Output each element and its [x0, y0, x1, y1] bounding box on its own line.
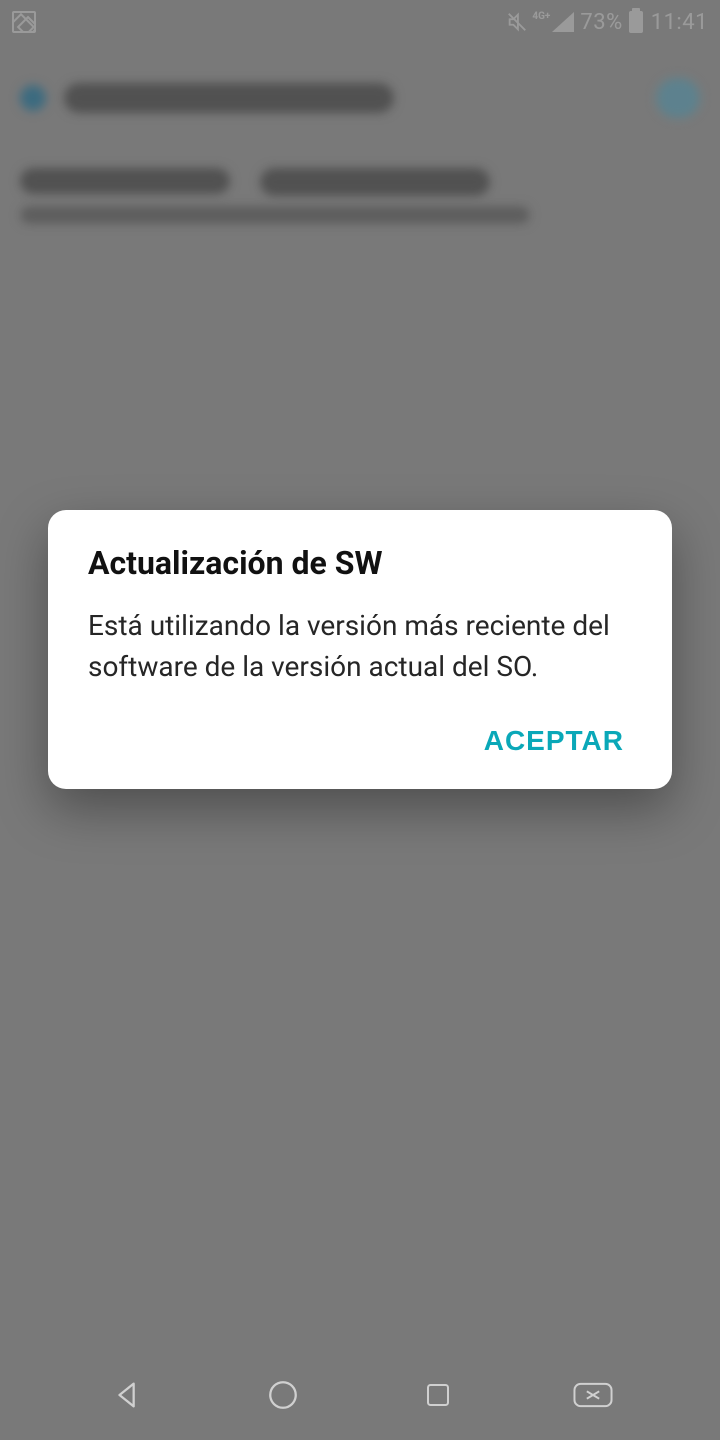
accept-button[interactable]: ACEPTAR: [476, 713, 632, 769]
dialog-actions: ACEPTAR: [88, 713, 632, 769]
navigation-bar: [0, 1350, 720, 1440]
dialog-title: Actualización de SW: [88, 544, 632, 582]
nav-screenshot-button[interactable]: [569, 1371, 617, 1419]
nav-home-button[interactable]: [259, 1371, 307, 1419]
sw-update-dialog: Actualización de SW Está utilizando la v…: [48, 510, 672, 789]
nav-recent-button[interactable]: [414, 1371, 462, 1419]
nav-back-button[interactable]: [104, 1371, 152, 1419]
dialog-body: Está utilizando la versión más reciente …: [88, 606, 632, 687]
